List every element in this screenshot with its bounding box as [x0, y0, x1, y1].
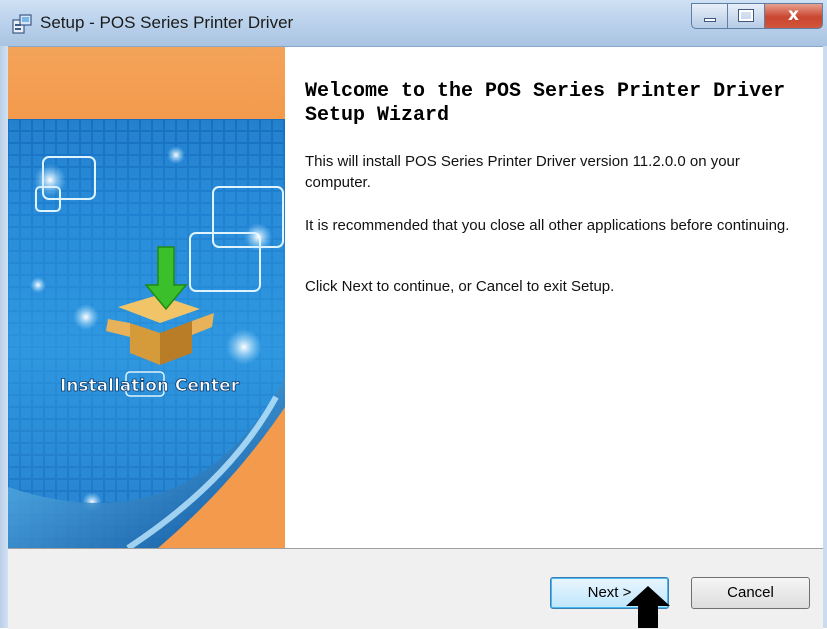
setup-installer-icon — [12, 14, 32, 34]
close-apps-text: It is recommended that you close all oth… — [305, 217, 790, 234]
maximize-icon — [738, 9, 754, 22]
installation-center-logo: Installation Center — [60, 376, 240, 397]
cancel-button[interactable]: Cancel — [691, 577, 810, 609]
button-bar: Next > Cancel — [8, 548, 823, 629]
title-bar[interactable]: Setup - POS Series Printer Driver x — [0, 0, 827, 47]
maximize-button[interactable] — [728, 3, 765, 29]
minimize-button[interactable] — [691, 3, 728, 29]
wizard-banner-image: Installation Center — [8, 47, 285, 548]
window-controls: x — [691, 3, 823, 29]
welcome-heading: Welcome to the POS Series Printer Driver… — [305, 80, 786, 127]
window-title: Setup - POS Series Printer Driver — [40, 13, 294, 32]
close-icon: x — [788, 5, 799, 25]
pointer-arrow-icon — [626, 586, 670, 628]
close-button[interactable]: x — [765, 3, 823, 29]
banner-artwork — [8, 119, 285, 548]
install-info-text: This will install POS Series Printer Dri… — [305, 153, 740, 191]
continue-instructions-text: Click Next to continue, or Cancel to exi… — [305, 278, 615, 295]
window-frame-right — [823, 46, 827, 628]
banner-caption: Installation Center — [60, 376, 240, 396]
wizard-content: Welcome to the POS Series Printer Driver… — [285, 47, 823, 548]
window-frame-left — [0, 46, 8, 628]
minimize-icon — [704, 18, 716, 22]
setup-window: Setup - POS Series Printer Driver x Inst… — [0, 0, 827, 629]
